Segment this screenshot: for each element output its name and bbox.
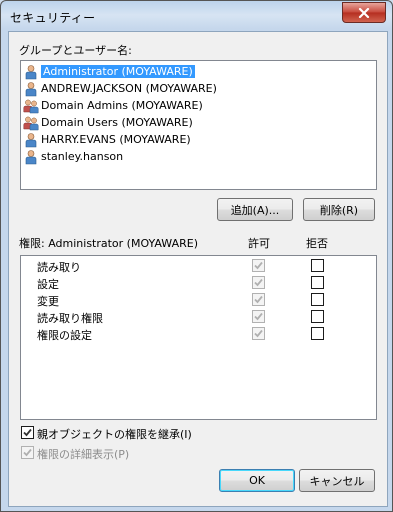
add-button[interactable]: 追加(A)...: [217, 198, 293, 221]
permission-name: 権限の設定: [37, 329, 92, 342]
user-list-item-label: Domain Users (MOYAWARE): [41, 116, 193, 129]
users-listbox[interactable]: Administrator (MOYAWARE) ANDREW.JACKSON (…: [20, 60, 377, 190]
ok-button[interactable]: OK: [219, 469, 295, 492]
cancel-button[interactable]: キャンセル: [299, 469, 375, 492]
user-list-item-label: ANDREW.JACKSON (MOYAWARE): [41, 82, 217, 95]
group-icon: [23, 115, 39, 131]
title-bar: セキュリティー: [1, 1, 392, 31]
permission-row: 読み取り権限: [21, 308, 374, 325]
inherit-label[interactable]: 親オブジェクトの権限を継承(I): [37, 426, 192, 442]
user-list-item-label: HARRY.EVANS (MOYAWARE): [41, 133, 191, 146]
check-icon: [254, 329, 263, 338]
groups-label: グループとユーザー名:: [19, 44, 132, 57]
user-list-item-label: Administrator (MOYAWARE): [41, 65, 195, 78]
close-icon: [358, 7, 370, 18]
check-icon: [254, 312, 263, 321]
user-icon: [23, 149, 39, 165]
check-icon: [23, 428, 32, 437]
dialog-body: グループとユーザー名: Administrator (MOYAWARE) ANDR…: [8, 31, 388, 507]
user-list-item[interactable]: HARRY.EVANS (MOYAWARE): [23, 131, 191, 148]
group-icon: [23, 98, 39, 114]
allow-checkbox[interactable]: [252, 259, 265, 272]
deny-checkbox[interactable]: [311, 327, 324, 340]
permission-row: 設定: [21, 274, 374, 291]
remove-button[interactable]: 削除(R): [303, 198, 375, 221]
allow-checkbox[interactable]: [252, 293, 265, 306]
allow-header: 許可: [248, 237, 270, 250]
user-icon: [23, 132, 39, 148]
deny-checkbox[interactable]: [311, 259, 324, 272]
permission-row: 読み取り: [21, 257, 374, 274]
advanced-label: 権限の詳細表示(P): [37, 448, 130, 461]
inherit-checkbox[interactable]: [21, 426, 34, 439]
allow-checkbox[interactable]: [252, 276, 265, 289]
deny-checkbox[interactable]: [311, 293, 324, 306]
check-icon: [254, 295, 263, 304]
window-title: セキュリティー: [10, 11, 96, 25]
deny-checkbox[interactable]: [311, 310, 324, 323]
permission-name: 読み取り権限: [37, 312, 103, 325]
deny-checkbox[interactable]: [311, 276, 324, 289]
check-icon: [254, 278, 263, 287]
deny-header: 拒否: [306, 237, 328, 250]
close-button[interactable]: [342, 2, 386, 23]
user-list-item-label: stanley.hanson: [41, 150, 124, 163]
permissions-listbox[interactable]: 読み取り設定変更読み取り権限 権限の設定: [20, 255, 377, 420]
permission-row: 権限の設定: [21, 325, 374, 342]
security-dialog: セキュリティー グループとユーザー名: Administrator (MOYAW…: [0, 0, 393, 512]
check-icon: [254, 261, 263, 270]
user-list-item[interactable]: Domain Admins (MOYAWARE): [23, 97, 203, 114]
user-icon: [23, 64, 39, 80]
allow-checkbox[interactable]: [252, 310, 265, 323]
permission-name: 設定: [37, 278, 59, 291]
user-list-item[interactable]: stanley.hanson: [23, 148, 123, 165]
user-icon: [23, 81, 39, 97]
user-list-item[interactable]: ANDREW.JACKSON (MOYAWARE): [23, 80, 217, 97]
permission-row: 変更: [21, 291, 374, 308]
advanced-checkbox[interactable]: [21, 446, 34, 459]
check-icon: [23, 448, 32, 457]
user-list-item[interactable]: Administrator (MOYAWARE): [23, 63, 195, 80]
permission-name: 読み取り: [37, 261, 81, 274]
permission-name: 変更: [37, 295, 59, 308]
permissions-label: 権限: Administrator (MOYAWARE): [19, 237, 198, 250]
allow-checkbox[interactable]: [252, 327, 265, 340]
user-list-item[interactable]: Domain Users (MOYAWARE): [23, 114, 193, 131]
user-list-item-label: Domain Admins (MOYAWARE): [41, 99, 203, 112]
